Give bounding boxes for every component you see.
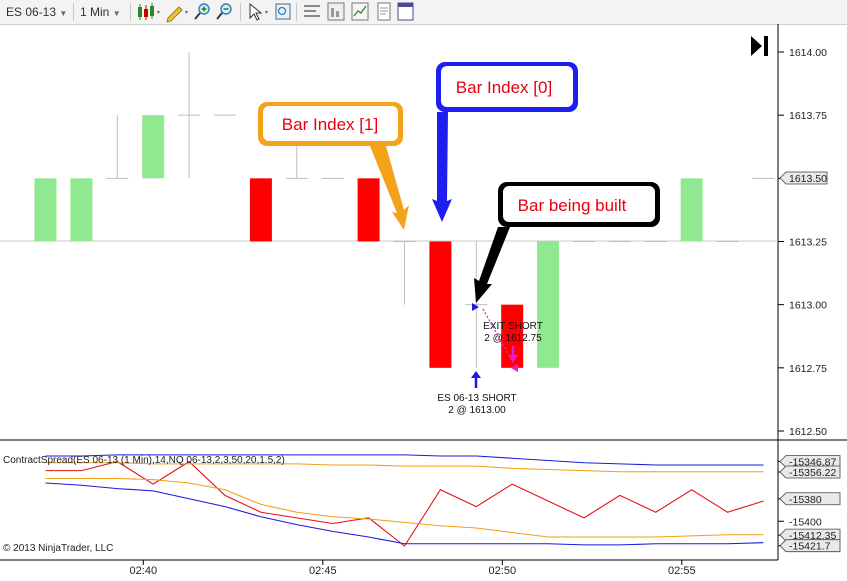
chevron-down-icon: ▼ xyxy=(112,9,121,18)
interval-selector[interactable]: 1 Min ▼ xyxy=(80,0,121,24)
pointer-icon xyxy=(249,2,268,21)
indicator-tag: -15400 xyxy=(778,516,822,528)
arrow-icon xyxy=(432,112,452,222)
candle-02:42 xyxy=(178,52,201,179)
indicator-tag-label: -15400 xyxy=(789,516,822,528)
cursor-mode-button[interactable] xyxy=(246,0,272,24)
indicator-tag: -15421.7 xyxy=(778,539,841,553)
arrow-icon xyxy=(474,227,510,303)
drawing-tools-button[interactable] xyxy=(164,0,190,24)
candle-body-down xyxy=(429,241,452,368)
candle-02:39 xyxy=(70,178,93,242)
indicator-title: ContractSpread(ES 06-13 (1 Min),14,NQ 06… xyxy=(3,455,285,466)
data-box-icon xyxy=(275,3,291,20)
indicator-value-tags: -15346.87-15356.22-15380-15400-15412.35-… xyxy=(778,455,841,553)
price-tick-label: 1612.50 xyxy=(789,426,827,438)
candle-02:52 xyxy=(537,241,560,368)
price-tick-label: 1614.00 xyxy=(789,47,827,59)
exit-label-line2: 2 @ 1612.75 xyxy=(484,333,542,344)
strategies-button[interactable] xyxy=(350,0,370,24)
indicator-tag-label: -15356.22 xyxy=(789,467,836,479)
candle-body-down xyxy=(249,178,272,242)
price-tick-label: 1613.75 xyxy=(789,110,827,122)
price-axis: 1614.00 1613.75 1613.50 1613.25 1613.00 1612.… xyxy=(778,47,827,438)
exit-label-line1: EXIT SHORT xyxy=(483,321,543,332)
candlestick-icon xyxy=(138,3,160,20)
candle-02:49 xyxy=(429,241,452,368)
candle-body-up xyxy=(34,178,57,242)
interval-label: 1 Min xyxy=(80,5,110,19)
document-icon xyxy=(377,2,391,21)
callout-bar-being-built-text: Bar being built xyxy=(518,196,627,215)
candle-02:44 xyxy=(249,178,272,242)
indicator-line-2 xyxy=(45,477,764,538)
last-price-value: 1613.50 xyxy=(789,173,827,185)
price-tick-label: 1612.75 xyxy=(789,363,827,375)
entry-arrow-icon xyxy=(471,371,481,388)
copyright-text: © 2013 NinjaTrader, LLC xyxy=(3,543,113,554)
chart-window-button[interactable] xyxy=(396,0,416,24)
chart-area: 1614.00 1613.75 1613.50 1613.25 1613.00 1612.… xyxy=(0,24,847,577)
zoom-in-icon xyxy=(194,3,210,20)
data-box-button[interactable] xyxy=(274,0,292,24)
window-icon xyxy=(397,2,414,21)
candle-body-up xyxy=(70,178,93,242)
candle-02:50 xyxy=(465,241,488,368)
callout-bar-index-1-text: Bar Index [1] xyxy=(282,115,378,134)
indicator-tag-label: -15380 xyxy=(789,494,822,506)
pencil-icon xyxy=(166,6,188,23)
entry-label-line2: 2 @ 1613.00 xyxy=(448,405,506,416)
time-tick-label: 02:55 xyxy=(668,565,696,577)
entry-label-line1: ES 06-13 SHORT xyxy=(437,393,516,404)
zoom-in-button[interactable] xyxy=(192,0,212,24)
candle-02:38 xyxy=(34,178,57,242)
candle-body-up xyxy=(142,115,165,179)
time-tick-label: 02:50 xyxy=(489,565,517,577)
indicators-button[interactable] xyxy=(326,0,346,24)
candle-body-up xyxy=(680,178,703,242)
zoom-out-icon xyxy=(216,3,232,20)
instrument-selector[interactable]: ES 06-13 ▼ xyxy=(6,0,67,24)
indicator-tag-label: -15421.7 xyxy=(789,541,831,553)
chevron-down-icon: ▼ xyxy=(59,9,68,18)
scroll-to-end-button[interactable] xyxy=(743,32,773,60)
properties-button[interactable] xyxy=(302,0,322,24)
indicator-panel xyxy=(45,454,764,547)
properties-icon xyxy=(304,5,320,17)
indicator-line-1 xyxy=(45,482,764,546)
callout-bar-index-1: Bar Index [1] xyxy=(258,102,409,230)
candle-body-up xyxy=(537,241,560,368)
time-tick-label: 02:45 xyxy=(309,565,337,577)
callout-bar-index-0-text: Bar Index [0] xyxy=(456,78,552,97)
indicator-line-0 xyxy=(45,460,764,547)
last-price-tag: 1613.50 xyxy=(779,171,828,185)
candle-02:47 xyxy=(357,178,380,242)
zoom-out-button[interactable] xyxy=(214,0,234,24)
print-button[interactable] xyxy=(374,0,394,24)
candle-02:56 xyxy=(680,178,703,242)
time-tick-label: 02:40 xyxy=(130,565,158,577)
time-axis: 02:40 02:45 02:50 02:55 xyxy=(130,560,696,577)
chart-toolbar: ES 06-13 ▼ 1 Min ▼ xyxy=(0,0,847,25)
strategy-chart-icon xyxy=(351,2,369,21)
price-tick-label: 1613.25 xyxy=(789,237,827,249)
instrument-label: ES 06-13 xyxy=(6,5,57,19)
candle-body-down xyxy=(357,178,380,242)
indicator-tag: -15380 xyxy=(778,492,841,506)
indicators-icon xyxy=(327,2,345,21)
price-tick-label: 1613.00 xyxy=(789,300,827,312)
candle-02:41 xyxy=(142,115,165,179)
chart-style-button[interactable] xyxy=(136,0,162,24)
candle-02:40 xyxy=(106,115,129,179)
trade-markers: ES 06-13 SHORT 2 @ 1613.00 EXIT SHORT 2 … xyxy=(437,303,543,416)
candle-02:48 xyxy=(393,241,416,305)
indicator-tag: -15356.22 xyxy=(778,465,841,479)
callout-bar-being-built: Bar being built xyxy=(474,182,660,303)
